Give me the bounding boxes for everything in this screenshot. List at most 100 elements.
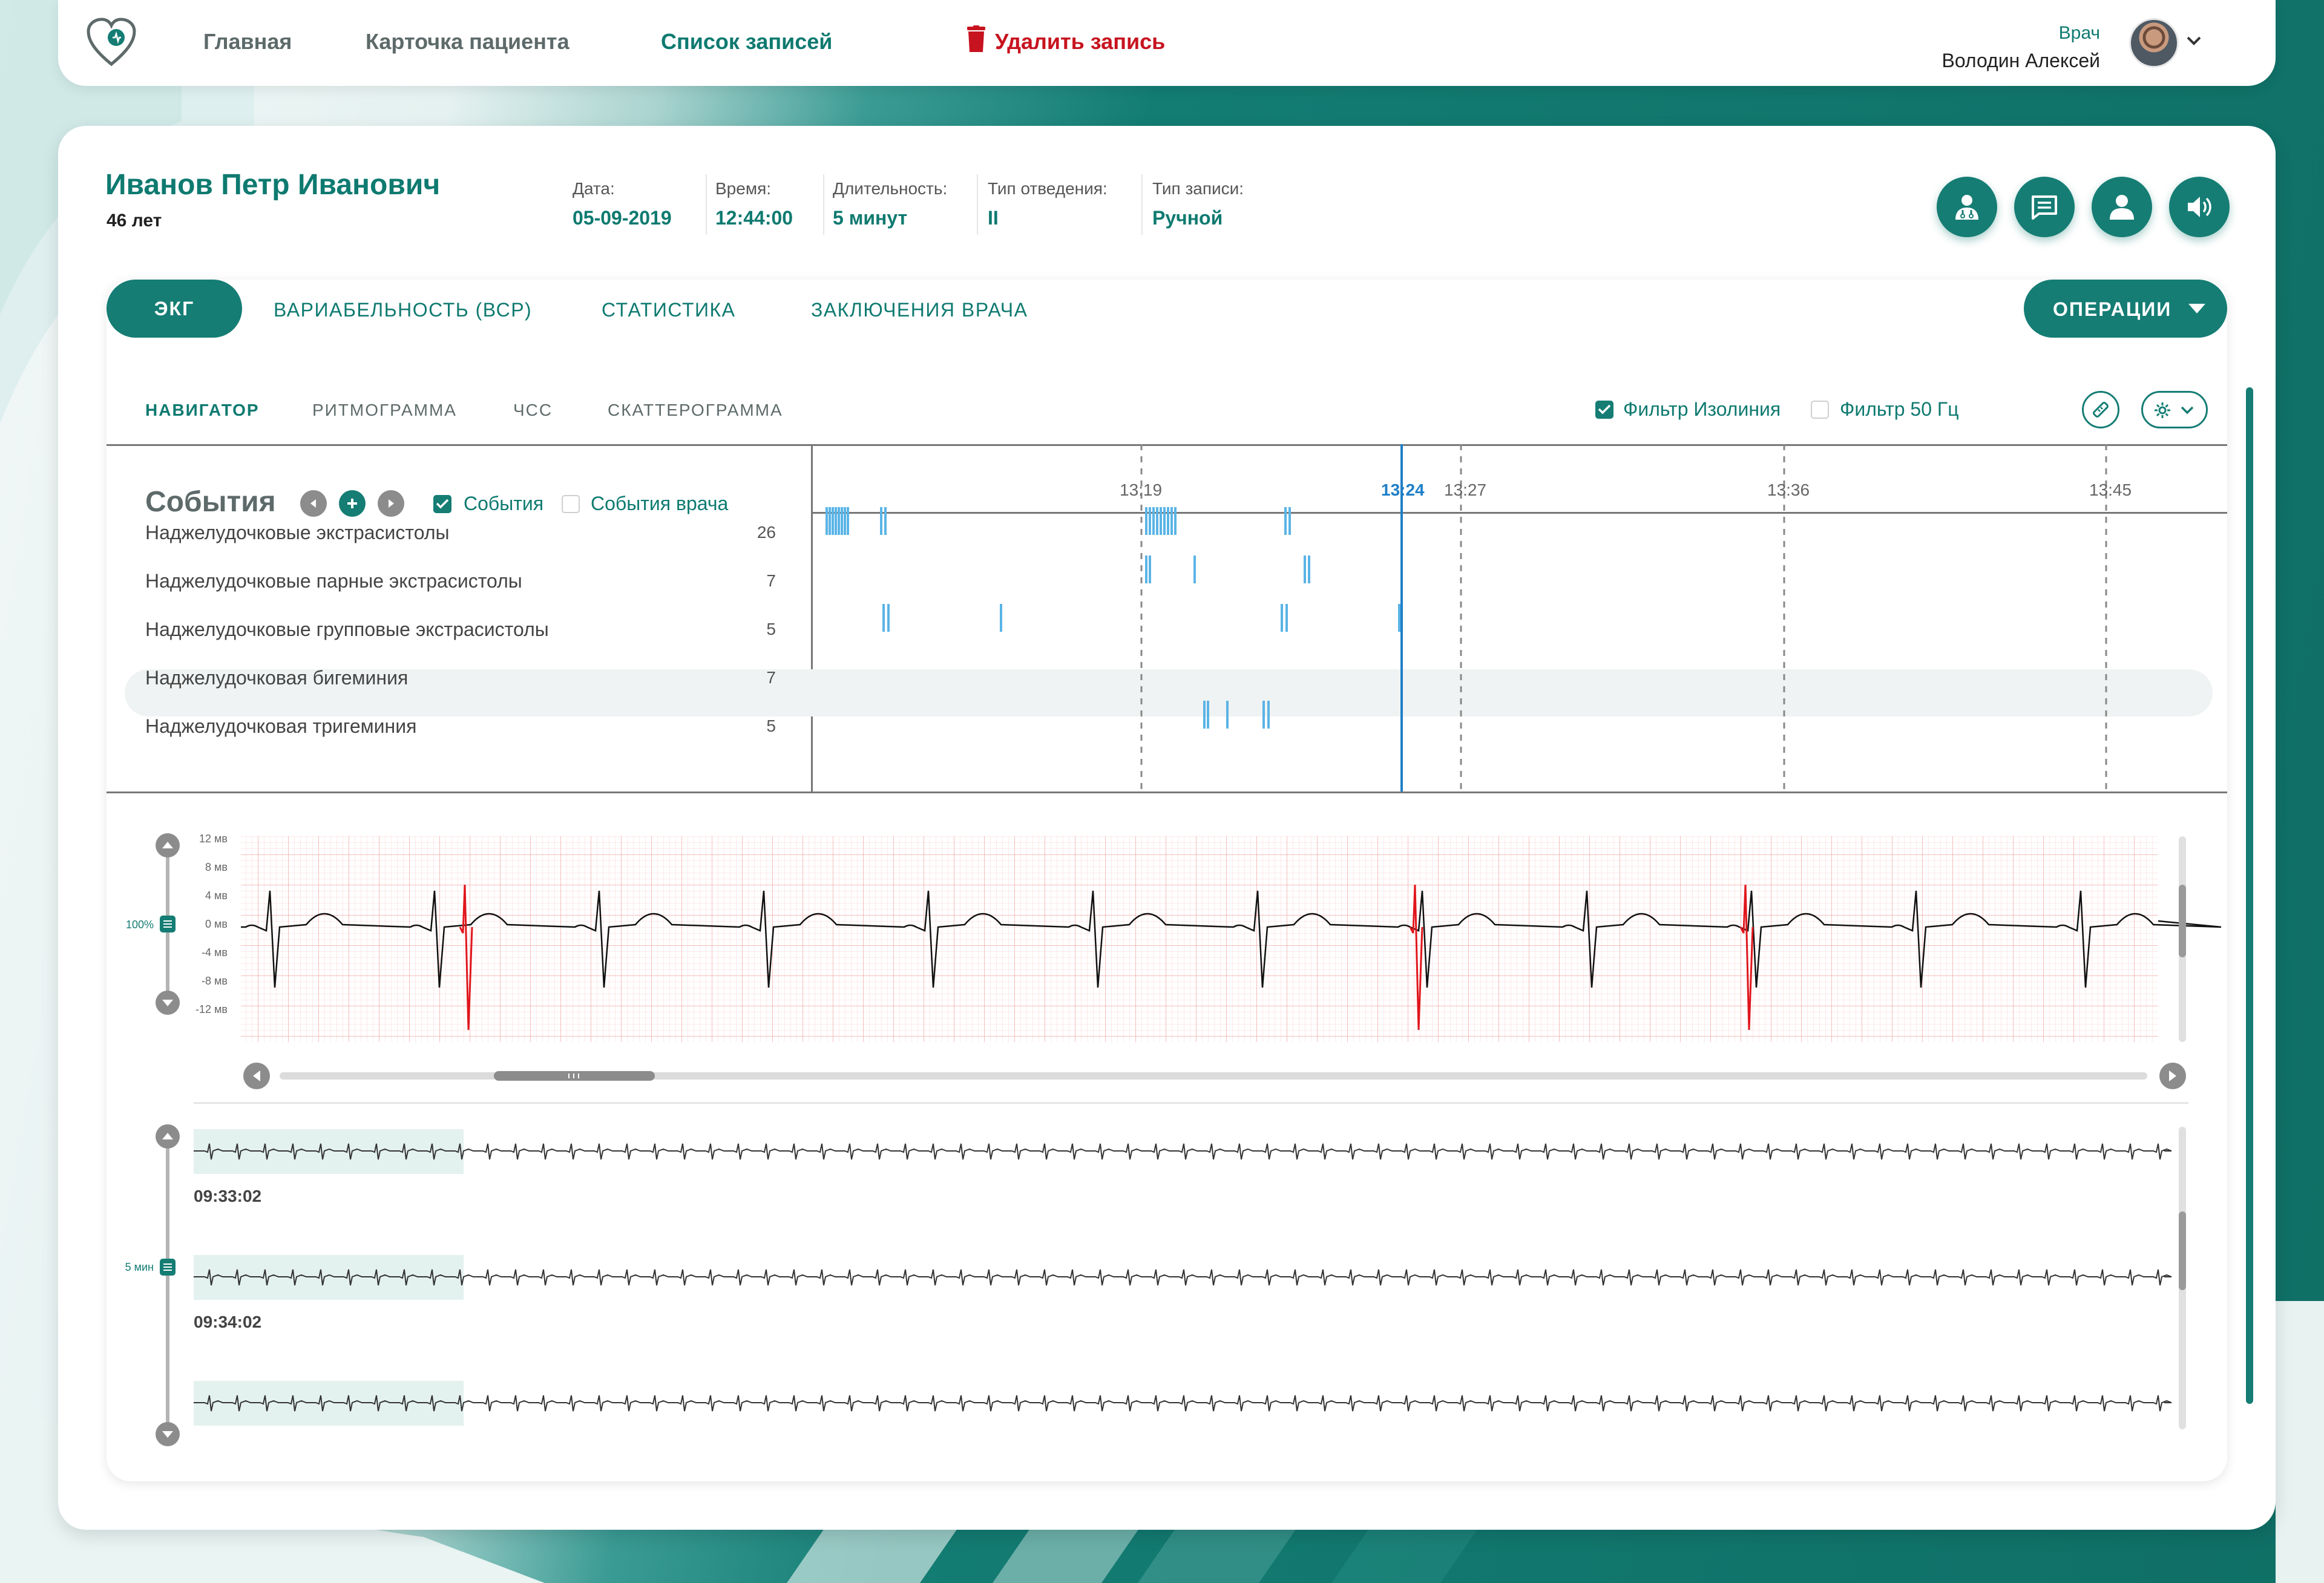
event-mark [826,507,828,535]
y-label: -8 мв [202,975,228,987]
meta-label: Время: [715,179,772,198]
user-button[interactable] [2092,177,2152,237]
meta-label: Тип отведения: [988,179,1108,198]
event-mark [841,507,843,535]
app-logo-icon[interactable] [86,17,137,68]
y-label: 0 мв [205,918,228,930]
chevron-down-icon[interactable] [2186,35,2202,46]
divider [823,174,824,235]
meta-label: Дата: [573,179,615,198]
event-mark [880,507,882,535]
record-card: Иванов Петр Иванович 46 лет Дата: 05-09-… [58,126,2276,1530]
nav-delete-record[interactable]: Удалить запись [995,29,1165,54]
y-label: -12 мв [195,1003,228,1015]
event-mark [1145,556,1147,583]
nav-home[interactable]: Главная [203,29,292,54]
timeline-tick-label: 13:19 [1120,480,1162,499]
patient-age: 46 лет [107,211,162,231]
y-label: 12 мв [199,833,228,845]
timeline-tick-label: 13:45 [2089,480,2132,499]
divider [706,174,707,235]
timeline-cursor-label: 13:24 [1381,480,1425,499]
timeline-tick-label: 13:27 [1444,480,1486,499]
meta-duration: Длительность: 5 минут [833,179,947,229]
ecg-overview[interactable]: 09:33:02 09:34:02 5 мин [107,1103,2227,1478]
event-mark [887,604,890,632]
doctor-button[interactable] [1937,177,1997,237]
event-timeline[interactable]: 13:19 13:24 13:27 13:36 13:45 [107,280,2227,794]
divider [977,174,978,235]
overview-time: 09:33:02 [194,1187,261,1205]
meta-record-type: Тип записи: Ручной [1152,179,1244,229]
event-mark [832,507,834,535]
meta-date: Дата: 05-09-2019 [573,179,672,229]
event-mark [1398,604,1400,632]
ecg-grid [241,836,2158,1042]
event-marks [826,507,1400,729]
sound-icon [2188,197,2211,217]
overview-zoom-value: 5 мин [125,1261,154,1273]
meta-value: Ручной [1152,207,1223,229]
event-mark [1149,556,1151,583]
event-mark [1285,604,1288,632]
avatar[interactable] [2129,18,2179,68]
doctor-icon [1955,195,1978,220]
sound-button[interactable] [2169,177,2230,237]
event-mark [835,507,837,535]
nav-patient-card[interactable]: Карточка пациента [366,29,570,54]
user-icon [2110,195,2134,220]
event-mark [1226,701,1229,729]
ecg-y-axis: 12 мв 8 мв 4 мв 0 мв -4 мв -8 мв -12 мв [195,833,228,1015]
event-mark [838,507,840,535]
top-navigation-bar: Главная Карточка пациента Список записей… [58,0,2276,86]
event-mark [1170,507,1173,535]
event-mark [882,604,885,632]
y-label: 4 мв [205,890,228,902]
overview-time: 09:34:02 [194,1313,261,1331]
meta-label: Тип записи: [1152,179,1244,198]
y-label: -4 мв [202,946,228,959]
nav-records-list[interactable]: Список записей [661,29,832,54]
event-mark [884,507,887,535]
event-mark [1207,701,1209,729]
meta-value: 05-09-2019 [573,207,672,229]
event-mark [1267,701,1270,729]
user-role: Врач [2058,23,2100,43]
event-mark [847,507,849,535]
page-scrollbar[interactable] [2246,387,2253,1404]
user-name: Володин Алексей [1942,50,2100,71]
event-mark [1304,556,1306,583]
event-mark [1281,604,1283,632]
event-mark [1156,507,1158,535]
meta-label: Длительность: [833,179,948,198]
meta-value: 12:44:00 [715,207,793,229]
event-mark [829,507,831,535]
message-icon [2032,195,2057,220]
divider [1141,174,1143,235]
message-button[interactable] [2014,177,2075,237]
event-mark [1160,507,1162,535]
event-mark [1163,507,1166,535]
timeline-tick-label: 13:36 [1767,480,1810,499]
event-mark [1167,507,1169,535]
y-label: 8 мв [205,861,228,873]
zoom-value: 100% [126,919,154,931]
overview-vertical-scrollbar [2179,1211,2186,1290]
event-mark [1149,507,1151,535]
ecg-vertical-scrollbar [2179,885,2186,957]
meta-lead-type: Тип отведения: II [988,179,1108,229]
ecg-panel: ЭКГ ВАРИАБЕЛЬНОСТЬ (ВСР) СТАТИСТИКА ЗАКЛ… [107,280,2227,1481]
event-mark [1193,556,1196,583]
ecg-strip[interactable]: 12 мв 8 мв 4 мв 0 мв -4 мв -8 мв -12 мв … [107,794,2227,1096]
event-mark [1000,604,1002,632]
event-mark [1288,507,1291,535]
trash-icon[interactable] [966,25,986,53]
event-mark [1308,556,1310,583]
meta-value: II [988,207,999,229]
event-mark [1145,507,1147,535]
event-mark [1203,701,1206,729]
event-mark [1262,701,1265,729]
event-mark [1284,507,1287,535]
event-mark [844,507,846,535]
event-mark [1152,507,1155,535]
